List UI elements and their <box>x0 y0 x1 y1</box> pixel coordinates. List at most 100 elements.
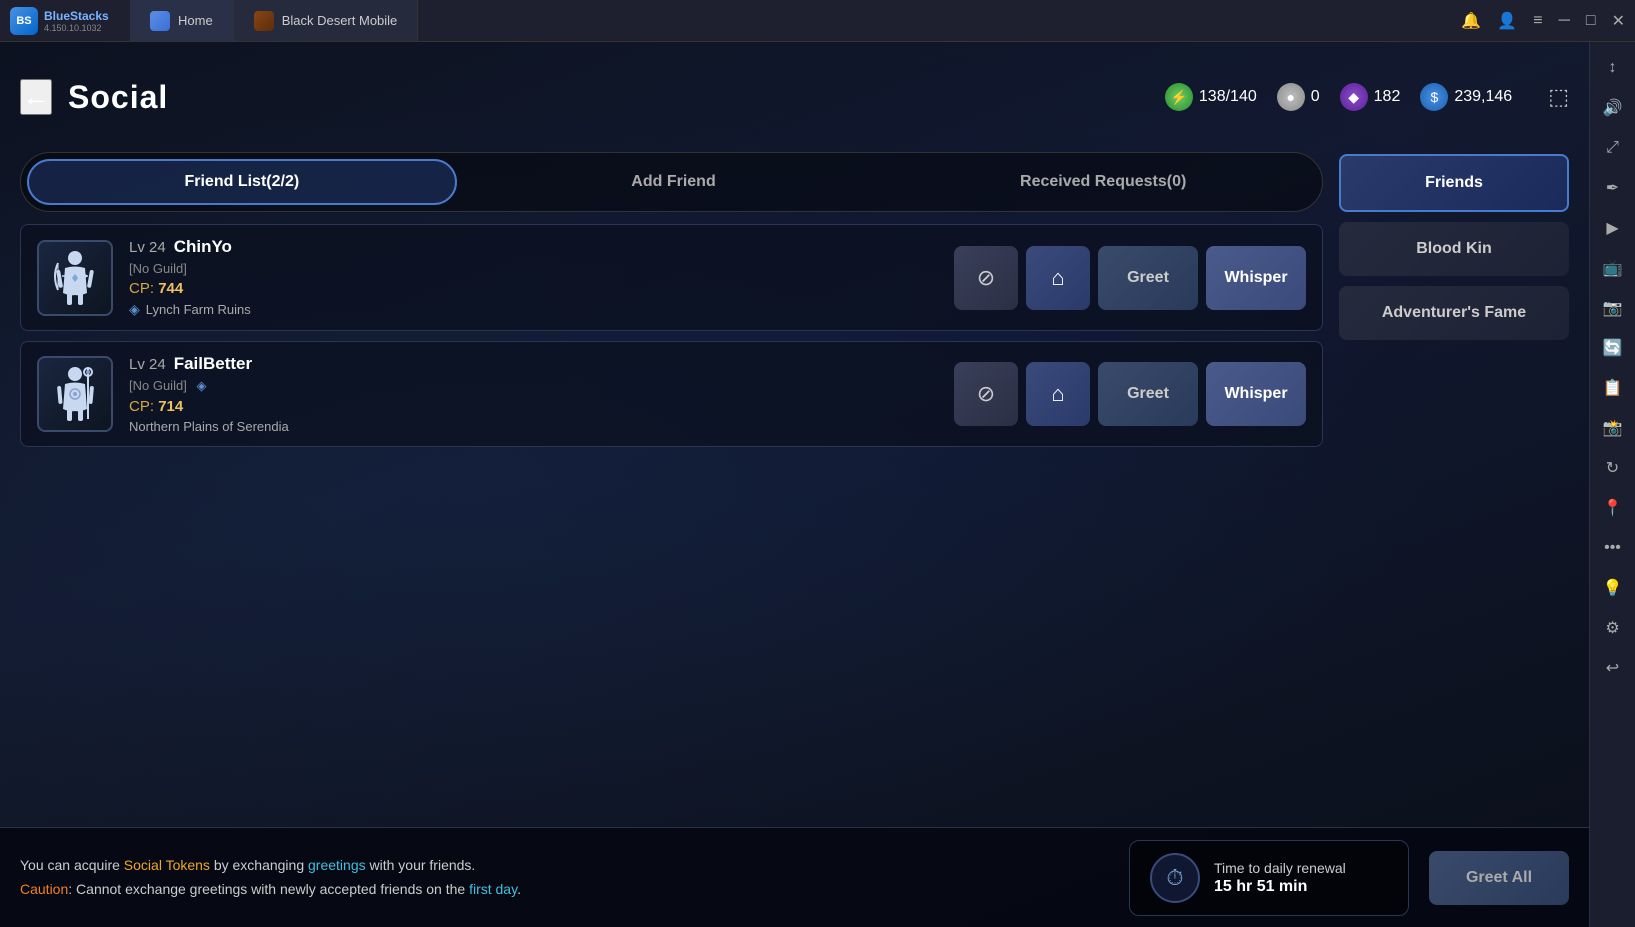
notification-icon[interactable]: 🔔 <box>1461 11 1481 31</box>
rs-macro-icon[interactable]: ▶ <box>1595 210 1631 246</box>
energy-value: 138/140 <box>1199 88 1257 106</box>
tab-received-requests[interactable]: Received Requests(0) <box>890 159 1316 205</box>
rs-reboot-icon[interactable]: 🔄 <box>1595 330 1631 366</box>
bs-version: 4.150.10.1032 <box>44 23 109 33</box>
coin-stat: $ 239,146 <box>1420 83 1512 111</box>
renewal-box: ⏱ Time to daily renewal 15 hr 51 min <box>1129 840 1409 916</box>
energy-stat: ⚡ 138/140 <box>1165 83 1257 111</box>
rs-clipboard-icon[interactable]: 📋 <box>1595 370 1631 406</box>
menu-icon[interactable]: ≡ <box>1533 12 1542 30</box>
greet-all-button[interactable]: Greet All <box>1429 851 1569 905</box>
first-day-highlight: first day <box>469 881 517 897</box>
bluestacks-bar: BS BlueStacks 4.150.10.1032 Home Black D… <box>0 0 1635 42</box>
friend-level-2: Lv 24 <box>129 356 166 373</box>
category-blood-kin-button[interactable]: Blood Kin <box>1339 222 1569 276</box>
friend-row: Lv 24 FailBetter [No Guild] ◈ CP: 714 <box>20 341 1323 447</box>
left-panel: Friend List(2/2) Add Friend Received Req… <box>20 152 1339 927</box>
home-tab-icon <box>150 11 170 31</box>
friend-list: Lv 24 ChinYo [No Guild] CP: 744 ◈ Lynch … <box>20 224 1323 447</box>
caution-highlight: Caution <box>20 881 68 897</box>
rs-theme-icon[interactable]: 💡 <box>1595 570 1631 606</box>
rs-screenshot-icon[interactable]: 📸 <box>1595 410 1631 446</box>
greet-button-2[interactable]: Greet <box>1098 362 1198 426</box>
tab-game[interactable]: Black Desert Mobile <box>234 0 419 41</box>
rs-fullscreen-icon[interactable]: ⤢ <box>1595 130 1631 166</box>
gem-stat: ◆ 182 <box>1340 83 1401 111</box>
rs-sound-icon[interactable]: 🔊 <box>1595 90 1631 126</box>
right-panel: Friends Blood Kin Adventurer's Fame <box>1339 152 1569 927</box>
renewal-text: Time to daily renewal 15 hr 51 min <box>1214 860 1346 896</box>
greetings-highlight: greetings <box>308 857 366 873</box>
rs-sync-icon[interactable]: ↻ <box>1595 450 1631 486</box>
tab-home-label: Home <box>178 13 213 28</box>
friend-location-1: ◈ Lynch Farm Ruins <box>129 301 938 318</box>
friend-level-1: Lv 24 <box>129 239 166 256</box>
rs-rotate-icon[interactable]: ↕ <box>1595 50 1631 86</box>
exit-button[interactable]: ⬚ <box>1548 84 1569 110</box>
tab-game-label: Black Desert Mobile <box>282 13 398 28</box>
location-pin-icon-1: ◈ <box>129 301 140 318</box>
tab-add-friend[interactable]: Add Friend <box>461 159 887 205</box>
whisper-button-2[interactable]: Whisper <box>1206 362 1306 426</box>
greet-button-1[interactable]: Greet <box>1098 246 1198 310</box>
stone-stat: ● 0 <box>1277 83 1320 111</box>
energy-icon: ⚡ <box>1165 83 1193 111</box>
renewal-time: 15 hr 51 min <box>1214 878 1346 896</box>
tab-home[interactable]: Home <box>130 0 234 41</box>
rs-settings-icon[interactable]: ⚙ <box>1595 610 1631 646</box>
friend-cp-value-1: 744 <box>158 280 183 297</box>
minimize-icon[interactable]: ─ <box>1559 12 1570 30</box>
rs-camera-icon[interactable]: 📷 <box>1595 290 1631 326</box>
remove-friend-button-1[interactable]: ⊘ <box>954 246 1018 310</box>
friend-name-row-2: Lv 24 FailBetter <box>129 354 938 374</box>
friend-location-text-2: Northern Plains of Serendia <box>129 419 289 434</box>
friend-name-2: FailBetter <box>174 354 252 374</box>
renewal-title: Time to daily renewal <box>1214 860 1346 876</box>
visit-camp-button-2[interactable]: ⌂ <box>1026 362 1090 426</box>
rs-back-icon[interactable]: ↩ <box>1595 650 1631 686</box>
friend-cp-label-2: CP: <box>129 398 154 415</box>
friend-avatar-1 <box>37 240 113 316</box>
maximize-icon[interactable]: □ <box>1586 12 1596 30</box>
friend-actions-1: ⊘ ⌂ Greet Whisper <box>954 246 1306 310</box>
renewal-clock-icon: ⏱ <box>1150 853 1200 903</box>
friend-guild-1: [No Guild] <box>129 261 938 276</box>
tab-friend-list[interactable]: Friend List(2/2) <box>27 159 457 205</box>
category-friends-button[interactable]: Friends <box>1339 154 1569 212</box>
close-icon[interactable]: ✕ <box>1612 11 1625 31</box>
coin-value: 239,146 <box>1454 88 1512 106</box>
rs-keymapping-icon[interactable]: ✒ <box>1595 170 1631 206</box>
visit-camp-button-1[interactable]: ⌂ <box>1026 246 1090 310</box>
bs-window-controls: 🔔 👤 ≡ ─ □ ✕ <box>1461 11 1635 31</box>
friend-avatar-2 <box>37 356 113 432</box>
remove-friend-button-2[interactable]: ⊘ <box>954 362 1018 426</box>
rs-more-icon[interactable]: ••• <box>1595 530 1631 566</box>
friend-info-1: Lv 24 ChinYo [No Guild] CP: 744 ◈ Lynch … <box>129 237 938 318</box>
game-area: ← Social ⚡ 138/140 ● 0 ◆ 182 $ 239,146 ⬚ <box>0 42 1589 927</box>
main-content: Friend List(2/2) Add Friend Received Req… <box>0 152 1589 927</box>
info-line-1: You can acquire Social Tokens by exchang… <box>20 854 1109 878</box>
bluestacks-right-sidebar: ↕ 🔊 ⤢ ✒ ▶ 📺 📷 🔄 📋 📸 ↻ 📍 ••• 💡 ⚙ ↩ <box>1589 42 1635 927</box>
friend-actions-2: ⊘ ⌂ Greet Whisper <box>954 362 1306 426</box>
account-icon[interactable]: 👤 <box>1497 11 1517 31</box>
tab-bar: Friend List(2/2) Add Friend Received Req… <box>20 152 1323 212</box>
friend-location-2: Northern Plains of Serendia <box>129 419 938 434</box>
category-adventurer-fame-button[interactable]: Adventurer's Fame <box>1339 286 1569 340</box>
stone-icon: ● <box>1277 83 1305 111</box>
friend-name-1: ChinYo <box>174 237 232 257</box>
bs-name: BlueStacks <box>44 9 109 23</box>
rogue-avatar-icon <box>50 364 100 424</box>
game-tab-icon <box>254 11 274 31</box>
friend-cp-1: CP: 744 <box>129 280 938 297</box>
back-button[interactable]: ← <box>20 79 52 115</box>
page-header: ← Social ⚡ 138/140 ● 0 ◆ 182 $ 239,146 ⬚ <box>0 42 1589 152</box>
friend-guild-2: [No Guild] ◈ <box>129 378 938 394</box>
rs-screen-icon[interactable]: 📺 <box>1595 250 1631 286</box>
archer-avatar-icon <box>50 248 100 308</box>
rs-location-icon[interactable]: 📍 <box>1595 490 1631 526</box>
whisper-button-1[interactable]: Whisper <box>1206 246 1306 310</box>
header-stats: ⚡ 138/140 ● 0 ◆ 182 $ 239,146 ⬚ <box>1165 83 1569 111</box>
coin-icon: $ <box>1420 83 1448 111</box>
location-pin-icon-2: ◈ <box>196 378 206 393</box>
bs-icon: BS <box>10 7 38 35</box>
